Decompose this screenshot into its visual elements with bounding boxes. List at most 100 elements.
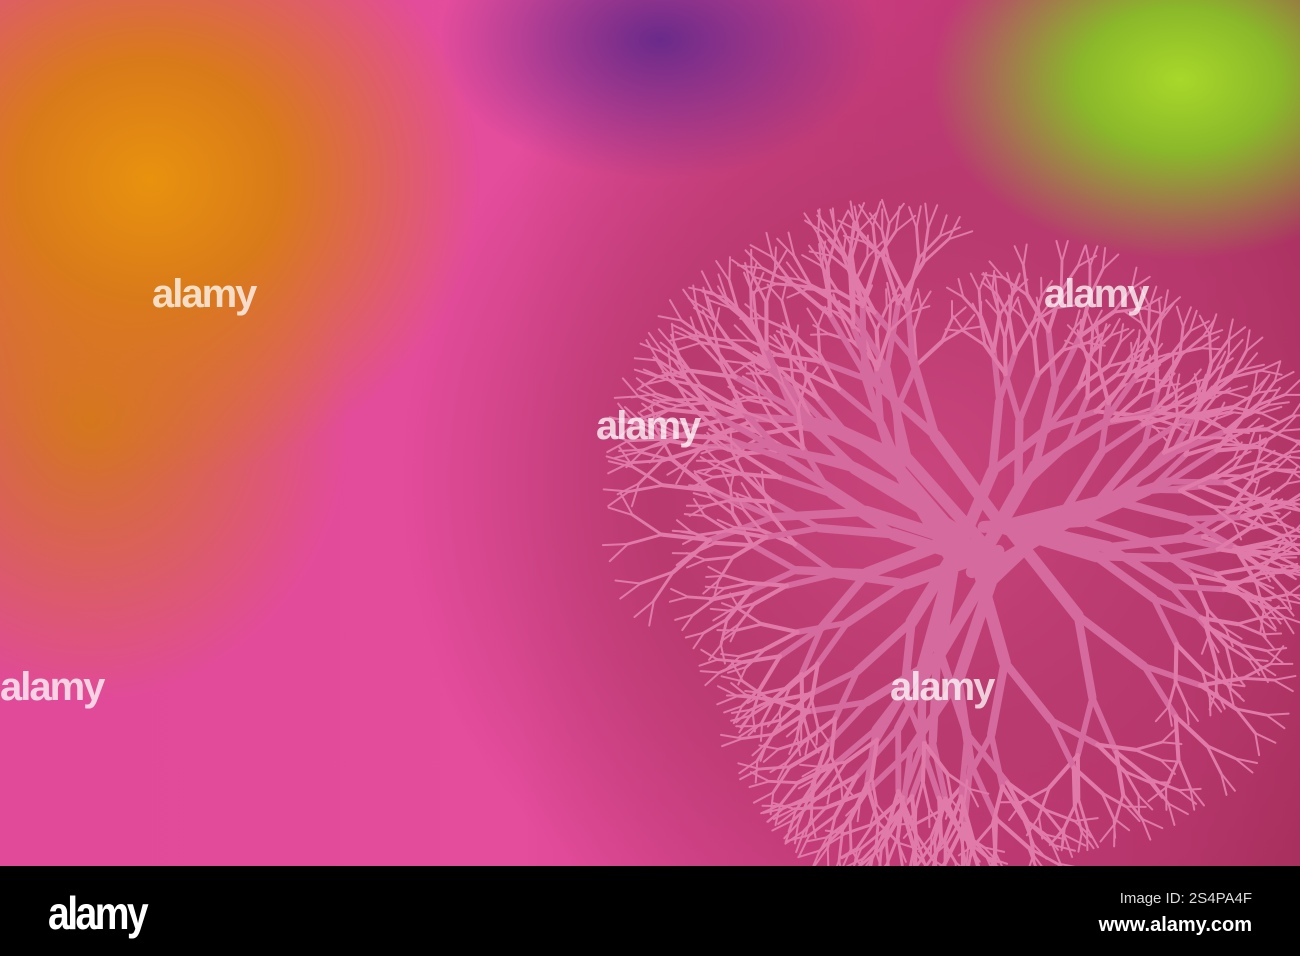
lichen-branch <box>840 780 844 803</box>
lichen-branch <box>1251 566 1281 572</box>
lichen-branch <box>749 285 753 324</box>
lichen-branch <box>668 595 690 603</box>
lichen-branch <box>1241 676 1275 682</box>
lichen-branch <box>688 286 714 294</box>
lichen-branch <box>1195 390 1228 396</box>
lichen-branch <box>812 324 831 336</box>
lichen-branch <box>806 836 829 843</box>
lichen-branch <box>913 339 944 368</box>
lichen-branch <box>661 398 699 402</box>
lichen-branch <box>748 580 789 588</box>
lichen-branch <box>1227 338 1244 357</box>
lichen-branch <box>759 622 800 635</box>
lichen-branch <box>1074 694 1096 759</box>
lichen-branch <box>917 234 942 260</box>
lichen-branch <box>608 543 630 563</box>
lichen-branch <box>1013 417 1024 494</box>
lichen-branch <box>1182 306 1192 328</box>
lichen-branch <box>767 779 800 785</box>
lichen-branch <box>1272 674 1297 682</box>
lichen-branch <box>1148 285 1158 308</box>
lichen-branch <box>849 200 856 228</box>
lichen-branch <box>915 205 922 229</box>
lichen-branch <box>832 569 911 588</box>
lichen-branch <box>929 834 933 857</box>
lichen-branch <box>1265 649 1284 664</box>
lichen-branch <box>752 791 775 804</box>
lichen-branch <box>1085 360 1091 400</box>
lichen-branch <box>691 597 717 617</box>
lichen-branch <box>758 654 783 690</box>
lichen-branch <box>728 256 731 282</box>
lichen-branch <box>1178 488 1215 509</box>
lichen-branch <box>1267 606 1289 610</box>
lichen-branch <box>1006 315 1018 356</box>
lichen-branch <box>686 558 707 569</box>
lichen-branch <box>921 779 931 809</box>
lichen-branch <box>1272 678 1294 693</box>
lichen-branch <box>1133 740 1164 752</box>
lichen-branch <box>1084 244 1091 268</box>
lichen-branch <box>601 543 630 547</box>
lichen-branch <box>1099 823 1116 843</box>
lichen-branch <box>1167 679 1178 709</box>
lichen-branch <box>668 299 683 322</box>
lichen-branch <box>1214 444 1260 453</box>
lichen-branch <box>716 695 739 706</box>
lichen-branch <box>1254 732 1261 757</box>
lichen-branch <box>683 513 706 517</box>
photo-lichen-macro: alamy alamy alamy alamy alamy <box>0 0 1300 866</box>
lichen-branch <box>871 224 879 262</box>
lichen-branch <box>1177 787 1202 792</box>
lichen-branch <box>1199 347 1223 351</box>
lichen-branch <box>1164 546 1221 562</box>
lichen-branch <box>731 497 775 504</box>
lichen-branch <box>1175 305 1185 328</box>
lichen-branch <box>920 740 927 783</box>
lichen-branch <box>835 210 849 235</box>
watermark: alamy <box>0 665 105 709</box>
lichen-branch <box>763 525 823 541</box>
lichen-branch <box>1265 714 1286 730</box>
lichen-branch <box>709 607 731 612</box>
lichen-branch <box>991 269 996 291</box>
lichen-branch <box>1055 239 1064 263</box>
lichen-branch <box>713 540 755 548</box>
lichen-branch <box>708 310 730 343</box>
lichen-branch <box>920 290 932 308</box>
lichen-branch <box>783 570 840 589</box>
lichen-branch <box>816 324 822 356</box>
lichen-branch <box>1173 642 1179 684</box>
lichen-branch <box>1000 657 1055 724</box>
lichen-branch <box>687 368 738 380</box>
lichen-branch <box>915 226 921 260</box>
lichen-branch <box>1104 534 1186 552</box>
lichen-branch <box>1174 642 1205 673</box>
lichen-branch <box>809 333 831 336</box>
site-url: www.alamy.com <box>1098 914 1252 936</box>
lichen-branch <box>1002 371 1023 425</box>
lichen-branch <box>825 265 833 318</box>
lichen-branch <box>614 579 642 585</box>
lichen-branch <box>1265 712 1290 717</box>
lichen-branch <box>1254 732 1277 744</box>
lichen-branch <box>829 716 838 759</box>
lichen-branch <box>927 204 939 230</box>
lichen-branch <box>969 272 981 292</box>
lichen-branch <box>1071 765 1077 808</box>
watermark: alamy <box>1044 272 1149 316</box>
lichen-branch <box>1032 338 1040 378</box>
lichen-branch <box>715 260 731 282</box>
lichen-branch <box>1002 276 1030 297</box>
lichen-branch <box>1208 695 1212 717</box>
lichen-branch <box>723 574 752 585</box>
lichen-branch <box>704 671 721 687</box>
lichen-branch <box>1028 854 1035 866</box>
watermark: alamy <box>152 272 257 316</box>
lichen-branch <box>1247 658 1269 662</box>
lichen-branch <box>806 307 820 328</box>
lichen-branch <box>1016 372 1041 425</box>
lichen-branch <box>1260 633 1276 651</box>
lichen-branch <box>723 581 752 590</box>
lichen-branch <box>734 622 764 632</box>
